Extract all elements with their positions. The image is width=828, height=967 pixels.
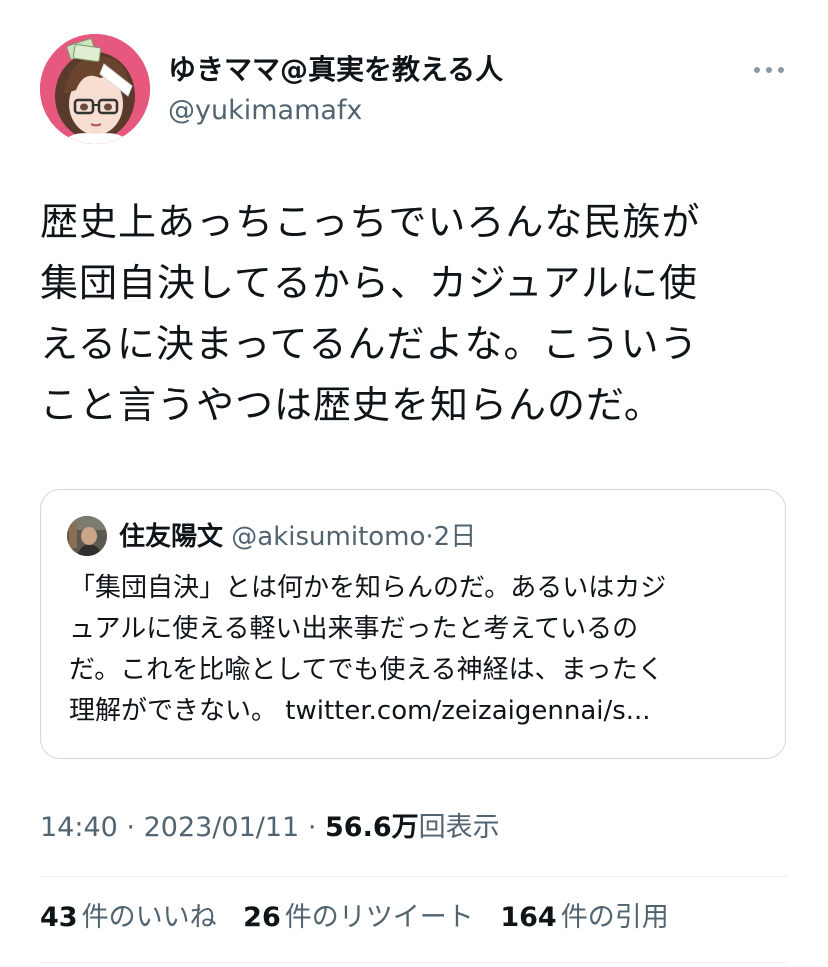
quote-text: 「集団自決」とは何かを知らんのだ。あるいはカジ ュアルに使える軽い出来事だったと… <box>69 573 667 726</box>
quote-author-avatar[interactable] <box>67 516 107 556</box>
meta-separator: · <box>126 812 135 843</box>
retweets-stat[interactable]: 26 件のリツイート <box>243 902 474 933</box>
engagement-stats: 43 件のいいね 26 件のリツイート 164 件の引用 <box>40 900 687 936</box>
author-display-name[interactable]: ゆきママ@真実を教える人 <box>168 52 503 88</box>
more-icon <box>754 67 784 73</box>
likes-label: 件のいいね <box>81 902 217 933</box>
more-options-button[interactable] <box>752 58 786 82</box>
quote-author-handle[interactable]: @akisumitomo <box>231 522 425 552</box>
quote-avatar-image <box>67 516 107 556</box>
likes-count: 43 <box>40 902 78 933</box>
quotes-count: 164 <box>500 902 557 933</box>
author-avatar[interactable] <box>40 34 150 144</box>
quote-separator: · <box>425 522 434 552</box>
tweet-text: 歴史上あっちこっちでいろんな民族が 集団自決してるから、カジュアルに使 えるに決… <box>40 200 701 427</box>
retweets-label: 件のリツイート <box>284 902 474 933</box>
retweets-count: 26 <box>243 902 281 933</box>
likes-stat[interactable]: 43 件のいいね <box>40 902 217 933</box>
quote-author-name[interactable]: 住友陽文 <box>119 522 223 552</box>
views-count: 56.6万 <box>325 812 419 843</box>
views-label: 回表示 <box>418 812 500 843</box>
author-handle[interactable]: @yukimamafx <box>168 94 362 128</box>
quotes-stat[interactable]: 164 件の引用 <box>500 902 668 933</box>
quotes-label: 件の引用 <box>560 902 669 933</box>
quote-header: 住友陽文 @akisumitomo·2日 <box>119 520 476 554</box>
tweet-date[interactable]: 2023/01/11 <box>144 812 300 843</box>
avatar-image <box>40 34 150 144</box>
meta-separator-2: · <box>307 812 317 843</box>
divider <box>40 876 788 877</box>
tweet-meta: 14:40 · 2023/01/11 · 56.6万回表示 <box>40 810 500 846</box>
divider-bottom <box>40 962 788 963</box>
quoted-tweet-card[interactable]: 住友陽文 @akisumitomo·2日 「集団自決」とは何かを知らんのだ。ある… <box>40 489 786 759</box>
quote-date[interactable]: 2日 <box>434 522 477 552</box>
tweet-time[interactable]: 14:40 <box>40 812 118 843</box>
